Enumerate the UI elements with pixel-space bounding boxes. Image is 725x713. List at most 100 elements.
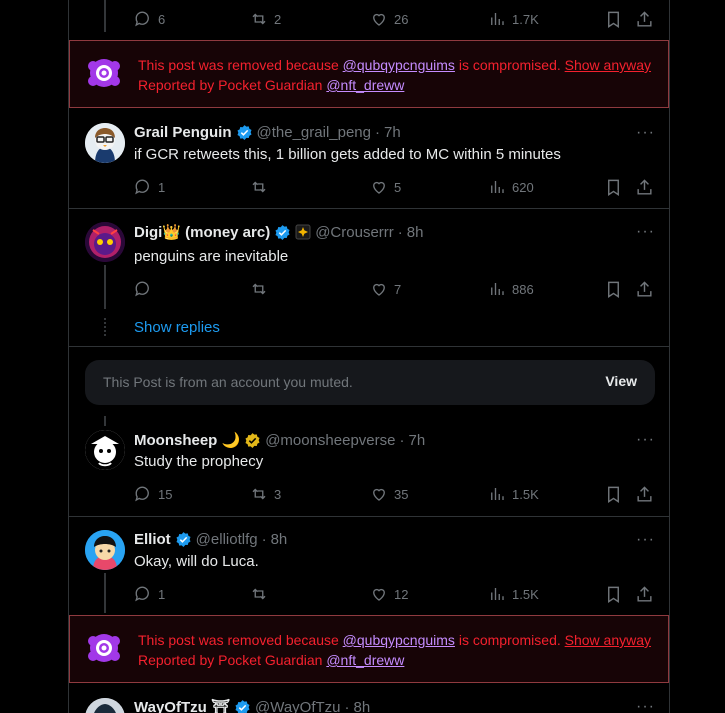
views-button[interactable]: 1.7K — [488, 10, 539, 28]
penguin-avatar-icon — [85, 530, 125, 570]
username[interactable]: @WayOfTzu — [255, 699, 341, 713]
reply-button[interactable]: 15 — [134, 485, 172, 503]
pocket-guardian-logo-icon — [88, 59, 120, 87]
thread-line — [104, 573, 106, 613]
avatar[interactable] — [85, 530, 125, 570]
reply-icon — [135, 586, 149, 602]
compromised-handle-link[interactable]: @qubqypcnguims — [343, 632, 455, 648]
reply-button[interactable] — [134, 280, 158, 298]
divider — [69, 208, 669, 209]
post-text: penguins are inevitable — [134, 248, 289, 265]
more-options-button[interactable]: ··· — [636, 124, 655, 142]
verified-badge-icon — [275, 224, 290, 240]
divider — [69, 516, 669, 517]
divider — [69, 346, 669, 347]
views-icon — [491, 13, 504, 25]
bookmark-button[interactable] — [604, 10, 623, 29]
reply-button[interactable]: 1 — [134, 178, 165, 196]
post-header: Elliot @elliotlfg · 8h — [134, 531, 288, 548]
like-button[interactable]: 12 — [370, 585, 408, 603]
verified-badge-gold-icon — [245, 432, 260, 448]
reply-button[interactable]: 1 — [134, 585, 165, 603]
repost-icon — [252, 181, 266, 193]
pocket-guardian-logo-icon — [88, 634, 120, 662]
bookmark-button[interactable] — [604, 585, 623, 604]
share-icon — [637, 11, 652, 27]
username[interactable]: @the_grail_peng — [257, 124, 371, 141]
like-button[interactable]: 5 — [370, 178, 401, 196]
repost-button[interactable] — [250, 585, 274, 603]
bookmark-button[interactable] — [604, 280, 623, 299]
share-button[interactable] — [635, 485, 654, 504]
timestamp[interactable]: 7h — [409, 432, 426, 449]
affiliate-badge-icon — [295, 224, 311, 240]
bookmark-button[interactable] — [604, 178, 623, 197]
removed-line-1: This post was removed because @qubqypcng… — [138, 632, 652, 648]
reply-button[interactable]: 6 — [134, 10, 165, 28]
thread-line — [104, 265, 106, 309]
more-options-button[interactable]: ··· — [636, 223, 655, 241]
bookmark-icon — [608, 281, 619, 298]
muted-post-notice: This Post is from an account you muted. … — [85, 360, 655, 405]
views-button[interactable]: 1.5K — [488, 585, 539, 603]
like-button[interactable]: 26 — [370, 10, 408, 28]
avatar[interactable] — [85, 430, 125, 470]
removed-post-notice: This post was removed because @qubqypcng… — [69, 615, 669, 683]
repost-button[interactable] — [250, 178, 274, 196]
removed-line-1: This post was removed because @qubqypcng… — [138, 57, 652, 73]
post-header: Digi👑 (money arc) @Crouserrr · 8h — [134, 223, 424, 242]
reporter-handle-link[interactable]: @nft_dreww — [326, 77, 404, 93]
avatar[interactable] — [85, 698, 125, 713]
penguin-avatar-icon — [85, 698, 125, 713]
more-options-button[interactable]: ··· — [636, 698, 655, 713]
thread-line — [104, 0, 106, 32]
post-header: Moonsheep 🌙 @moonsheepverse · 7h — [134, 431, 426, 450]
show-anyway-link[interactable]: Show anyway — [565, 632, 651, 648]
more-options-button[interactable]: ··· — [636, 431, 655, 449]
like-button[interactable]: 35 — [370, 485, 408, 503]
share-icon — [637, 586, 652, 602]
display-name[interactable]: Moonsheep 🌙 — [134, 431, 240, 449]
display-name[interactable]: Digi👑 (money arc) — [134, 223, 270, 241]
views-icon — [491, 283, 504, 295]
avatar[interactable] — [85, 123, 125, 163]
verified-badge-icon — [235, 699, 250, 713]
views-button[interactable]: 620 — [488, 178, 534, 196]
share-button[interactable] — [635, 280, 654, 299]
timeline-column: 6 2 26 1.7K This post was removed becaus… — [68, 0, 670, 713]
timestamp[interactable]: 8h — [407, 224, 424, 241]
username[interactable]: @Crouserrr — [315, 224, 394, 241]
timestamp[interactable]: 8h — [354, 699, 371, 713]
removed-post-notice: This post was removed because @qubqypcng… — [69, 40, 669, 108]
display-name[interactable]: Grail Penguin — [134, 124, 232, 141]
show-anyway-link[interactable]: Show anyway — [565, 57, 651, 73]
share-icon — [637, 179, 652, 195]
repost-icon — [252, 13, 266, 25]
share-button[interactable] — [635, 10, 654, 29]
like-button[interactable]: 7 — [370, 280, 401, 298]
avatar[interactable] — [85, 222, 125, 262]
heart-icon — [373, 181, 385, 194]
digi-avatar-icon — [85, 222, 125, 262]
bookmark-button[interactable] — [604, 485, 623, 504]
display-name[interactable]: WayOfTzu ⛩ — [134, 698, 230, 713]
views-button[interactable]: 886 — [488, 280, 534, 298]
repost-button[interactable]: 3 — [250, 485, 281, 503]
share-button[interactable] — [635, 178, 654, 197]
repost-button[interactable]: 2 — [250, 10, 281, 28]
compromised-handle-link[interactable]: @qubqypcnguims — [343, 57, 455, 73]
username[interactable]: @elliotlfg — [196, 531, 258, 548]
timestamp[interactable]: 7h — [384, 124, 401, 141]
more-options-button[interactable]: ··· — [636, 531, 655, 549]
bookmark-icon — [608, 486, 619, 503]
timestamp[interactable]: 8h — [271, 531, 288, 548]
heart-icon — [373, 588, 385, 601]
repost-button[interactable] — [250, 280, 274, 298]
views-button[interactable]: 1.5K — [488, 485, 539, 503]
view-button[interactable]: View — [605, 373, 637, 389]
show-replies-link[interactable]: Show replies — [134, 319, 220, 336]
reporter-handle-link[interactable]: @nft_dreww — [326, 652, 404, 668]
display-name[interactable]: Elliot — [134, 531, 171, 548]
share-button[interactable] — [635, 585, 654, 604]
username[interactable]: @moonsheepverse — [265, 432, 395, 449]
